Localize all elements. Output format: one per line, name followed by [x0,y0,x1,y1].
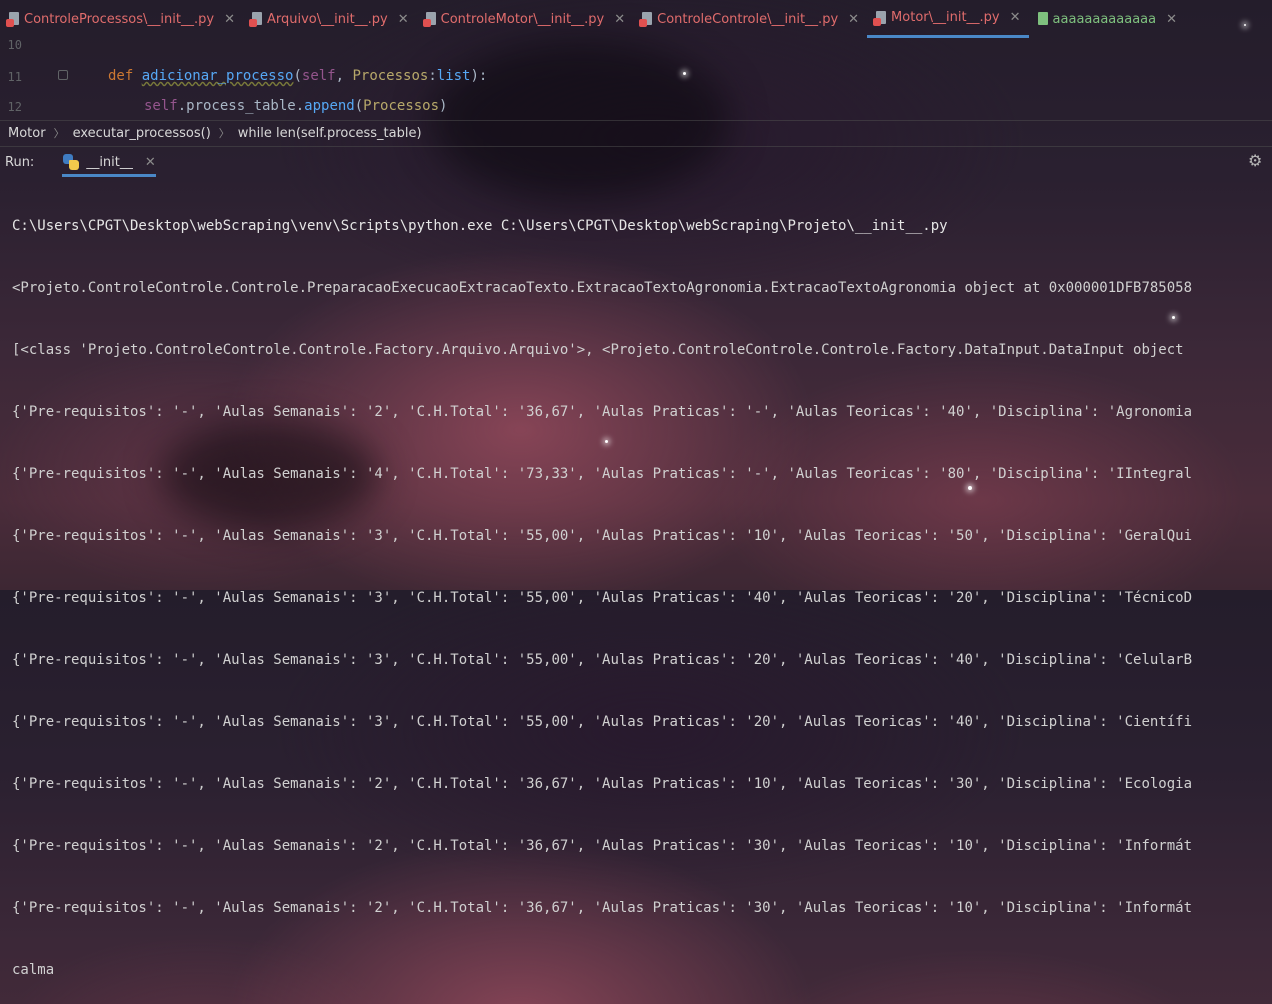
close-icon[interactable]: ✕ [1010,10,1021,25]
console-line: [<class 'Projeto.ControleControle.Contro… [12,342,1184,358]
line-number: 12 [7,100,22,114]
gear-icon[interactable]: ⚙ [1248,153,1264,169]
editor-tab-label: Arquivo\__init__.py [266,11,388,27]
python-file-icon [873,10,887,26]
console-line: calma [12,962,55,978]
python-file-icon [639,12,653,27]
console-line: {'Pre-requisitos': '-', 'Aulas Semanais'… [12,900,1193,916]
editor-tab-label: ControleProcessos\__init__.py [24,11,215,27]
code-line: self.process_table.append(Processos) [144,98,448,114]
editor-tab-label: ControleMotor\__init__.py [440,11,605,27]
console-line: {'Pre-requisitos': '-', 'Aulas Semanais'… [12,528,1193,544]
editor-tab-active[interactable]: Motor\__init__.py ✕ [867,0,1029,38]
chevron-right-icon: 〉 [53,127,65,140]
close-icon[interactable]: ✕ [614,12,625,27]
code-self: self [144,98,178,114]
close-icon[interactable]: ✕ [145,155,156,170]
breadcrumb: Motor 〉 executar_processos() 〉 while len… [0,120,1272,145]
code-keyword: def [108,68,134,84]
fold-icon[interactable] [58,70,68,80]
editor-tab[interactable]: aaaaaaaaaaaaa ✕ [1029,0,1185,38]
console-line: {'Pre-requisitos': '-', 'Aulas Semanais'… [12,466,1193,482]
python-file-icon [248,12,263,27]
code-arg: Processos [363,98,440,114]
code-attr: .process_table. [177,98,305,114]
console-line: <Projeto.ControleControle.Controle.Prepa… [12,280,1193,296]
code-editor[interactable]: 10 11 12 def adicionar_processo(self, Pr… [0,38,1272,120]
breadcrumb-item[interactable]: while len(self.process_table) [238,126,422,141]
console-output[interactable]: C:\Users\CPGT\Desktop\webScraping\venv\S… [12,182,1272,1004]
run-tab[interactable]: __init__ ✕ [54,147,163,177]
run-tab-label: __init__ [86,154,133,170]
console-line: {'Pre-requisitos': '-', 'Aulas Semanais'… [12,838,1193,854]
close-icon[interactable]: ✕ [224,12,235,27]
console-line: {'Pre-requisitos': '-', 'Aulas Semanais'… [12,652,1193,668]
code-self: self [301,68,336,84]
editor-tab[interactable]: Arquivo\__init__.py ✕ [243,0,417,38]
close-icon[interactable]: ✕ [398,12,409,27]
code-method: append [304,98,355,114]
editor-tab-label: Motor\__init__.py [891,10,1000,25]
close-icon[interactable]: ✕ [848,12,859,27]
python-file-icon [422,12,437,27]
close-icon[interactable]: ✕ [1166,12,1177,27]
code-function-name: adicionar_processo [141,68,294,84]
chevron-right-icon: 〉 [218,127,230,140]
editor-tab-label: ControleControle\__init__.py [657,11,839,27]
editor-tab-bar: ControleProcessos\__init__.py ✕ Arquivo\… [0,0,1272,38]
python-file-icon [6,12,20,27]
run-toolbar: Run: __init__ ✕ ⚙ [0,146,1272,177]
line-number: 10 [7,38,22,52]
editor-tab[interactable]: ControleProcessos\__init__.py ✕ [0,0,243,38]
breadcrumb-item[interactable]: executar_processos() [73,126,211,141]
editor-tab[interactable]: ControleMotor\__init__.py ✕ [417,0,633,38]
code-type: list [436,68,471,84]
editor-tab-label: aaaaaaaaaaaaa [1052,11,1157,27]
console-line: {'Pre-requisitos': '-', 'Aulas Semanais'… [12,404,1193,420]
text-file-icon [1037,12,1049,26]
code-param: Processos [352,68,429,84]
console-line: {'Pre-requisitos': '-', 'Aulas Semanais'… [12,590,1193,606]
console-line: {'Pre-requisitos': '-', 'Aulas Semanais'… [12,714,1193,730]
run-label: Run: [5,154,35,170]
console-line: {'Pre-requisitos': '-', 'Aulas Semanais'… [12,776,1193,792]
editor-tab[interactable]: ControleControle\__init__.py ✕ [633,0,867,38]
line-number: 11 [7,70,22,84]
code-line: def adicionar_processo(self, Processos:l… [108,68,488,84]
console-line: C:\Users\CPGT\Desktop\webScraping\venv\S… [12,218,948,234]
breadcrumb-item[interactable]: Motor [0,126,46,141]
python-icon [62,153,80,171]
